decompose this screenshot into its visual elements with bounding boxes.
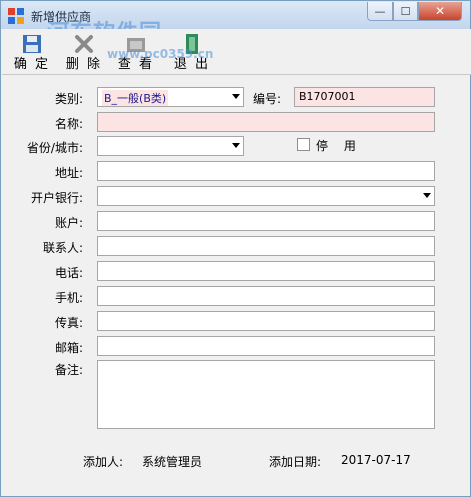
dialog-window: 新增供应商 河东软件园 — ☐ ✕ 确 定 删 除 查 看	[0, 0, 471, 497]
province-label: 省份/城市:	[26, 141, 83, 155]
date-value: 2017-07-17	[341, 453, 411, 467]
bank-select[interactable]	[97, 186, 435, 206]
delete-button[interactable]: 删 除	[58, 31, 110, 73]
confirm-button[interactable]: 确 定	[6, 31, 58, 73]
chevron-down-icon	[232, 143, 240, 148]
phone-field[interactable]	[97, 261, 435, 281]
watermark-url: www.pc0359.cn	[107, 47, 214, 61]
disable-checkbox[interactable]	[297, 138, 310, 151]
fax-label: 传真:	[54, 316, 83, 330]
contact-label: 联系人:	[42, 241, 83, 255]
category-label: 类别:	[54, 92, 83, 106]
address-label: 地址:	[54, 166, 83, 180]
account-field[interactable]	[97, 211, 435, 231]
bank-label: 开户银行:	[30, 191, 83, 205]
disable-label: 停 用	[316, 139, 362, 153]
name-label: 名称:	[54, 117, 83, 131]
toolbar: 确 定 删 除 查 看 退 出	[2, 29, 471, 75]
delete-label: 删 除	[65, 57, 103, 72]
creator-value: 系统管理员	[142, 455, 203, 469]
date-label: 添加日期:	[269, 455, 322, 469]
maximize-button[interactable]: ☐	[393, 2, 418, 21]
province-select[interactable]	[97, 136, 244, 156]
remark-textarea[interactable]	[97, 360, 435, 429]
mobile-label: 手机:	[54, 291, 83, 305]
creator-label: 添加人:	[83, 455, 124, 469]
account-label: 账户:	[54, 216, 83, 230]
mobile-field[interactable]	[97, 286, 435, 306]
close-button[interactable]: ✕	[418, 2, 462, 21]
email-field[interactable]	[97, 336, 435, 356]
code-field[interactable]: B1707001	[294, 87, 435, 107]
minimize-button[interactable]: —	[367, 2, 393, 21]
code-label: 编号:	[252, 92, 281, 106]
phone-label: 电话:	[54, 266, 83, 280]
category-value: B_一般(B类)	[102, 90, 169, 106]
name-field[interactable]	[97, 112, 435, 132]
contact-field[interactable]	[97, 236, 435, 256]
address-field[interactable]	[97, 161, 435, 181]
app-icon	[8, 8, 24, 24]
title-bar: 新增供应商 河东软件园 — ☐ ✕	[1, 1, 470, 46]
chevron-down-icon	[423, 193, 431, 198]
email-label: 邮箱:	[54, 341, 83, 355]
fax-field[interactable]	[97, 311, 435, 331]
remark-label: 备注:	[54, 363, 83, 377]
confirm-label: 确 定	[13, 57, 51, 72]
